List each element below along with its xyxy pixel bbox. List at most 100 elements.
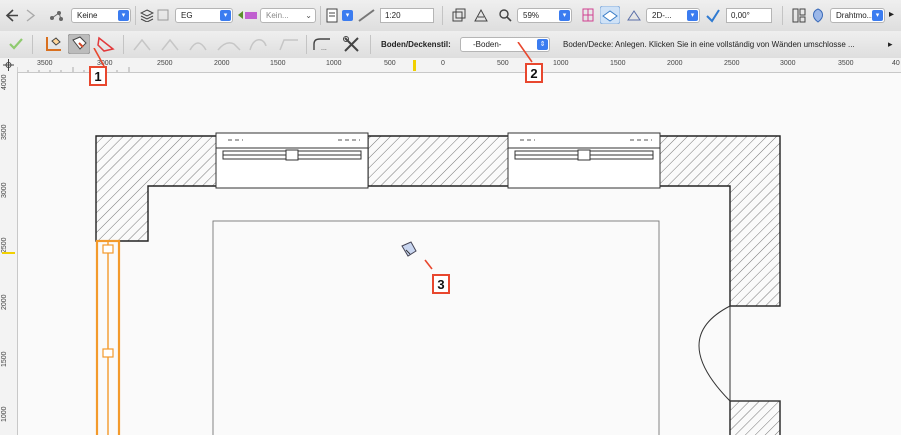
- view-select[interactable]: 2D-... ▾: [646, 8, 700, 23]
- rotate-plan-icon[interactable]: [705, 8, 721, 23]
- layer-options-icon[interactable]: [157, 9, 169, 22]
- ruler-horizontal[interactable]: 3500 3000 2500 2000 1500 1000 500 0 500 …: [0, 58, 901, 73]
- standard-views-icon[interactable]: [451, 8, 467, 23]
- separator: [135, 6, 136, 25]
- layer-select-value: EG: [181, 11, 193, 20]
- ruler-vertical[interactable]: 4000 3500 3000 2500 2000 1500 1000: [0, 72, 18, 435]
- page-setup-icon[interactable]: [325, 8, 339, 23]
- ruler-tick-label: 3000: [1, 182, 8, 198]
- ruler-tick-label: 500: [384, 60, 396, 67]
- view-select-value: 2D-...: [652, 11, 672, 20]
- view-projection-icon[interactable]: [626, 8, 642, 23]
- render-mode-select[interactable]: Drahtmo... ▾: [830, 8, 885, 23]
- saved-view-select[interactable]: Kein... ⌄: [260, 8, 316, 23]
- ruler-tick-label: 2000: [1, 294, 8, 310]
- ruler-origin-icon[interactable]: [3, 59, 14, 71]
- scale-ruler-icon[interactable]: [358, 9, 376, 22]
- ruler-tick-label: 3500: [1, 124, 8, 140]
- saved-view-value: Kein...: [266, 11, 289, 20]
- ruler-tick-label: 1500: [610, 60, 626, 67]
- chevron-down-icon: ▾: [118, 10, 129, 21]
- wall-top-right[interactable]: [658, 135, 781, 307]
- ruler-tick-label: 2000: [667, 60, 683, 67]
- ruler-tick-label: 500: [497, 60, 509, 67]
- ruler-tick-label: 1000: [1, 406, 8, 422]
- window-left[interactable]: [215, 132, 369, 189]
- class-select-value: Keine: [77, 11, 98, 20]
- callout-3: 3: [432, 274, 450, 294]
- rotation-angle-field[interactable]: 0,00°: [726, 8, 772, 23]
- drawing-canvas[interactable]: [18, 73, 901, 435]
- zoom-select[interactable]: 59% ▾: [517, 8, 572, 23]
- ruler-tick-label: 2500: [157, 60, 173, 67]
- separator: [320, 6, 321, 25]
- settings-tools-icon[interactable]: [342, 35, 362, 53]
- separator: [370, 35, 371, 54]
- chevron-down-icon: ▾: [559, 10, 570, 21]
- ruler-tick-label: 1000: [326, 60, 342, 67]
- separator: [442, 6, 443, 25]
- ruler-tick-label: 1000: [553, 60, 569, 67]
- layer-select[interactable]: EG ▾: [175, 8, 233, 23]
- render-mode-value: Drahtmo...: [836, 11, 874, 20]
- checkmark-icon[interactable]: [8, 37, 24, 51]
- window-right[interactable]: [507, 132, 661, 189]
- rotation-angle-value: 0,00°: [731, 11, 750, 20]
- working-plane-icon[interactable]: [580, 7, 596, 23]
- ruler-tick-label: 0: [441, 60, 445, 67]
- ruler-tick-label: 3500: [838, 60, 854, 67]
- scale-value: 1:20: [385, 11, 401, 20]
- separator: [123, 35, 124, 54]
- floor-plan-drawing[interactable]: [18, 73, 901, 435]
- overflow-arrow-icon[interactable]: ▸: [889, 9, 894, 20]
- back-arrow-icon[interactable]: [5, 9, 19, 22]
- separator: [782, 6, 783, 25]
- mode-toolbar: ... Boden/Deckenstil: -Boden- ⇕ Boden/Dec…: [0, 31, 901, 59]
- ruler-tick-label: 4000: [1, 74, 8, 90]
- floor-style-value: -Boden-: [473, 40, 502, 49]
- selected-wall[interactable]: [95, 239, 121, 435]
- callout-1: 1: [89, 66, 107, 86]
- page-layout-icon[interactable]: [792, 8, 806, 23]
- chevron-down-icon: ▾: [872, 10, 883, 21]
- class-select[interactable]: Keine ▾: [71, 8, 131, 23]
- floor-by-picking-walls-icon[interactable]: [44, 35, 64, 53]
- floor-tool-cursor-icon: [401, 241, 433, 270]
- ruler-tick-label: 3500: [37, 60, 53, 67]
- plane-mode-icon[interactable]: [600, 6, 620, 24]
- wall-top-left[interactable]: [95, 135, 219, 242]
- zoom-icon[interactable]: [498, 8, 512, 23]
- forward-arrow-icon[interactable]: [24, 9, 36, 22]
- ruler-tick-label: 2500: [1, 237, 8, 253]
- cursor-position-marker: [2, 252, 15, 254]
- ruler-tick-label: 1500: [270, 60, 286, 67]
- view-saved-icon[interactable]: [237, 9, 259, 22]
- ruler-ticks: [17, 67, 130, 72]
- ruler-tick-label: 3000: [780, 60, 796, 67]
- fillet-icon[interactable]: ...: [312, 36, 332, 52]
- overflow-arrow-icon[interactable]: ▸: [888, 39, 893, 50]
- layers-icon[interactable]: [140, 9, 154, 22]
- top-toolbar: Keine ▾ EG ▾ Kein... ⌄ ▾ 1:20 59% ▾ 2D-... ▾ …: [0, 0, 901, 32]
- separator: [306, 35, 307, 54]
- chevron-down-icon: ▾: [687, 10, 698, 21]
- page-setup-dropdown-icon[interactable]: ▾: [342, 10, 353, 21]
- floor-outline[interactable]: [212, 220, 660, 435]
- ruler-tick-label: 2500: [724, 60, 740, 67]
- ruler-tick-label: 40: [892, 60, 900, 67]
- wall-right-lower[interactable]: [729, 400, 781, 435]
- wall-top-middle[interactable]: [367, 135, 511, 187]
- flyover-icon[interactable]: [473, 8, 489, 23]
- scale-field[interactable]: 1:20: [380, 8, 434, 23]
- ruler-tick-label: 2000: [214, 60, 230, 67]
- callout-2: 2: [525, 63, 543, 83]
- separator: [32, 35, 33, 54]
- render-icon[interactable]: [810, 8, 826, 23]
- class-icon[interactable]: [48, 9, 64, 22]
- svg-text:...: ...: [321, 45, 327, 52]
- door[interactable]: [698, 305, 780, 402]
- mode-hint-text: Boden/Decke: Anlegen. Klicken Sie in ein…: [563, 40, 855, 49]
- chevron-down-icon: ▾: [220, 10, 231, 21]
- zoom-value: 59%: [523, 11, 540, 20]
- ruler-tick-label: 1500: [1, 351, 8, 367]
